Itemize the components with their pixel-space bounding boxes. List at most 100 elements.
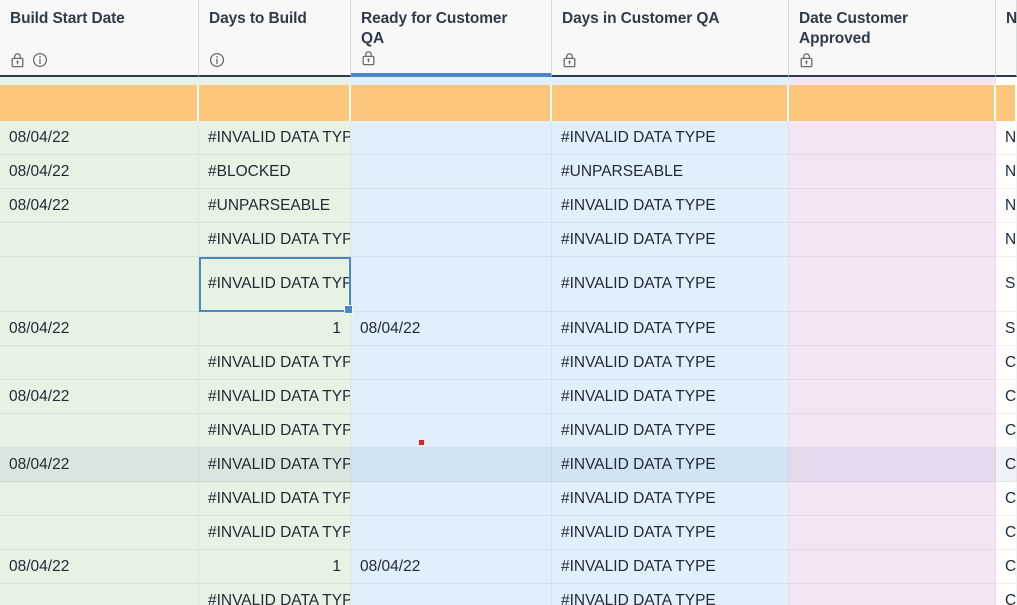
grid-cell[interactable]: #INVALID DATA TYPE [199,448,351,482]
grid-cell[interactable] [789,448,996,482]
grid-cell[interactable] [0,223,199,257]
grid-cell[interactable] [789,550,996,584]
grid-cell[interactable] [789,516,996,550]
grid-cell[interactable]: Ne [996,121,1017,155]
grid-cell[interactable]: #INVALID DATA TYPE [552,257,789,312]
grid-cell[interactable] [0,482,199,516]
grid-cell[interactable]: Ca [996,448,1017,482]
grid-cell[interactable]: Ca [996,516,1017,550]
grid-cell[interactable]: 1 [199,550,351,584]
grid-cell[interactable] [351,516,552,550]
grid-cell[interactable]: #INVALID DATA TYPE [552,516,789,550]
grid-cell[interactable] [351,189,552,223]
grid-cell[interactable]: #INVALID DATA TYPE [199,121,351,155]
grid-cell[interactable]: #INVALID DATA TYPE [552,482,789,516]
grid-cell[interactable]: 08/04/22 [0,121,199,155]
grid-cell[interactable]: 08/04/22 [0,312,199,346]
grid-cell[interactable] [351,346,552,380]
grid-cell[interactable]: #INVALID DATA TYPE [199,346,351,380]
grid-cell[interactable]: Ca [996,380,1017,414]
column-header-3[interactable]: Days in Customer QA [552,0,789,77]
grid-cell[interactable]: #INVALID DATA TYPE [199,414,351,448]
grid-cell[interactable]: Ne [996,155,1017,189]
column-header-4[interactable]: Date Customer Approved [789,0,996,77]
grid-cell[interactable]: #INVALID DATA TYPE [552,121,789,155]
summary-cell[interactable] [552,85,789,121]
grid-cell[interactable]: 1 [199,312,351,346]
grid-cell[interactable]: Ca [996,482,1017,516]
spreadsheet-grid[interactable]: 08/04/22#INVALID DATA TYPE#INVALID DATA … [0,0,1017,605]
summary-cell[interactable] [199,85,351,121]
column-header-row[interactable]: Build Start DateDays to BuildReady for C… [0,0,1017,77]
grid-cell[interactable] [351,121,552,155]
grid-cell[interactable] [0,346,199,380]
grid-cell[interactable] [789,482,996,516]
grid-cell[interactable] [351,223,552,257]
grid-cell[interactable]: #INVALID DATA TYPE [552,346,789,380]
grid-cell[interactable]: Ca [996,414,1017,448]
grid-cell[interactable]: #INVALID DATA TYPE [552,414,789,448]
grid-cell[interactable]: #INVALID DATA TYPE [552,223,789,257]
grid-cell[interactable]: 08/04/22 [0,448,199,482]
grid-cell[interactable]: #INVALID DATA TYPE [199,223,351,257]
column-header-2[interactable]: Ready for Customer QA [351,0,552,77]
summary-cell[interactable] [789,85,996,121]
grid-cell[interactable] [789,312,996,346]
grid-cell[interactable]: #INVALID DATA TYPE [199,516,351,550]
grid-cell[interactable] [351,584,552,605]
grid-cell[interactable] [351,448,552,482]
grid-cell[interactable] [351,155,552,189]
grid-cell[interactable]: 08/04/22 [0,155,199,189]
grid-cell[interactable] [0,516,199,550]
grid-cell[interactable]: #INVALID DATA TYPE [552,380,789,414]
grid-cell[interactable] [789,584,996,605]
column-header-0[interactable]: Build Start Date [0,0,199,77]
grid-cell[interactable]: Ne [996,223,1017,257]
grid-cell[interactable]: #UNPARSEABLE [552,155,789,189]
grid-cell[interactable] [789,189,996,223]
grid-cell[interactable] [351,257,552,312]
grid-cell[interactable] [789,155,996,189]
grid-cell[interactable] [789,380,996,414]
grid-cell[interactable] [789,346,996,380]
grid-cell[interactable]: 08/04/22 [351,312,552,346]
grid-cell[interactable] [0,584,199,605]
grid-cell[interactable] [351,482,552,516]
grid-cell[interactable]: Ne [996,189,1017,223]
grid-cell[interactable]: #INVALID DATA TYPE [199,257,351,312]
grid-cell[interactable]: 08/04/22 [0,189,199,223]
grid-cell[interactable]: Ca [996,346,1017,380]
summary-cell[interactable] [996,85,1017,121]
info-icon[interactable] [32,52,48,68]
grid-cell[interactable]: 08/04/22 [0,550,199,584]
summary-cell[interactable] [351,85,552,121]
grid-cell[interactable]: #BLOCKED [199,155,351,189]
info-icon[interactable] [209,52,225,68]
grid-cell[interactable] [0,257,199,312]
column-header-5[interactable]: N [996,0,1017,77]
grid-cell[interactable] [789,414,996,448]
grid-cell[interactable]: #INVALID DATA TYPE [552,312,789,346]
grid-cell[interactable]: #UNPARSEABLE [199,189,351,223]
grid-cell[interactable]: #INVALID DATA TYPE [552,550,789,584]
grid-cell[interactable]: #INVALID DATA TYPE [552,584,789,605]
grid-cell[interactable]: #INVALID DATA TYPE [199,482,351,516]
grid-cell[interactable] [789,121,996,155]
grid-cell[interactable]: Se [996,257,1017,312]
summary-cell[interactable] [0,85,199,121]
grid-cell[interactable] [789,223,996,257]
grid-cell[interactable]: Ca [996,550,1017,584]
grid-cell[interactable]: #INVALID DATA TYPE [552,448,789,482]
grid-cell[interactable]: 08/04/22 [351,550,552,584]
grid-cell[interactable]: Ca [996,584,1017,605]
grid-cell[interactable]: #INVALID DATA TYPE [552,189,789,223]
grid-cell[interactable]: 08/04/22 [0,380,199,414]
grid-cell[interactable]: Se [996,312,1017,346]
column-header-1[interactable]: Days to Build [199,0,351,77]
grid-cell[interactable] [351,414,552,448]
grid-cell[interactable]: #INVALID DATA TYPE [199,380,351,414]
grid-cell[interactable] [0,414,199,448]
summary-band-row[interactable] [0,85,1017,121]
grid-cell[interactable]: #INVALID DATA TYPE [199,584,351,605]
grid-cell[interactable] [351,380,552,414]
